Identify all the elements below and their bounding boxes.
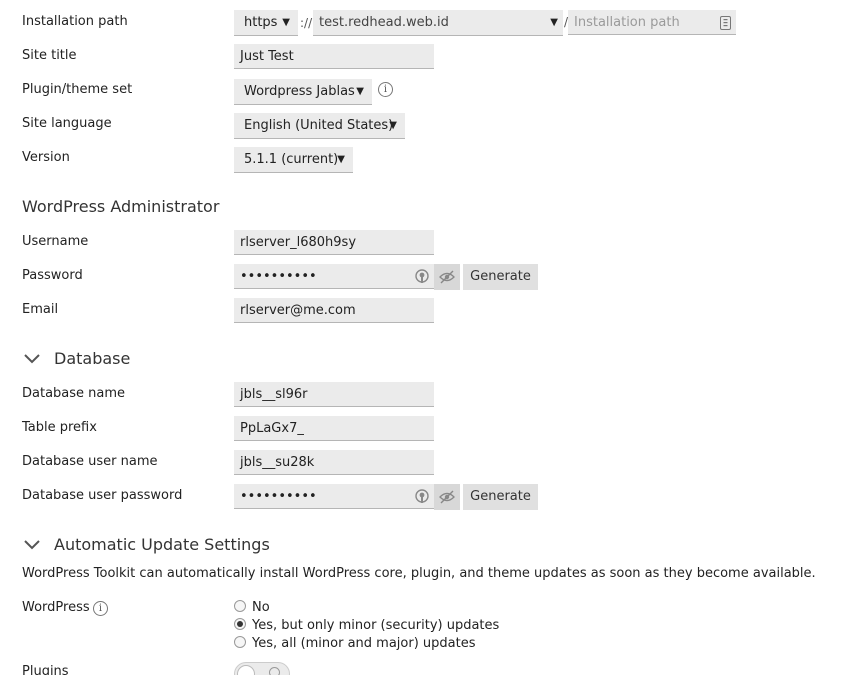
email-label: Email [22,302,59,317]
database-name-label: Database name [22,386,126,401]
database-heading: Database [54,349,131,368]
database-section-toggle[interactable]: Database [22,349,130,368]
database-user-input[interactable]: jbls__su28k [234,450,434,475]
caret-down-icon: ▼ [337,154,345,165]
site-title-input[interactable]: Just Test [234,44,434,69]
wordpress-update-label-text: WordPress [22,600,90,615]
auto-update-heading: Automatic Update Settings [54,535,270,554]
database-name-input[interactable]: jbls__sl96r [234,382,434,407]
eye-off-icon [439,490,455,504]
auto-update-section-toggle[interactable]: Automatic Update Settings [22,535,270,554]
database-password-label: Database user password [22,488,183,503]
password-label: Password [22,268,83,283]
field-menu-icon [720,16,731,30]
plugins-update-label: Plugins [22,664,69,675]
toggle-knob [237,665,255,675]
update-option-no[interactable]: No [234,600,270,615]
info-icon[interactable]: i [378,82,393,97]
plugin-set-select[interactable]: Wordpress Jablas ▼ [234,79,372,105]
caret-down-icon: ▼ [282,17,290,28]
key-icon [415,489,429,503]
auto-update-description: WordPress Toolkit can automatically inst… [22,566,816,581]
generate-password-button[interactable]: Generate [463,264,538,290]
site-language-value: English (United States) [244,118,394,133]
chevron-down-icon [24,354,40,364]
admin-heading: WordPress Administrator [22,197,220,216]
toggle-db-password-visibility-button[interactable] [434,484,460,510]
username-label: Username [22,234,89,249]
caret-down-icon: ▼ [356,86,364,97]
email-input[interactable]: rlserver@me.com [234,298,434,323]
radio-button[interactable] [234,636,246,648]
update-option-label: No [252,600,270,615]
site-language-label: Site language [22,116,112,131]
caret-down-icon: ▼ [550,17,558,28]
update-option-label: Yes, all (minor and major) updates [252,636,476,651]
protocol-value: https [244,15,278,30]
database-password-value: •••••••••• [240,489,317,504]
radio-button[interactable] [234,600,246,612]
wordpress-update-label: WordPress [22,600,90,615]
chevron-down-icon [24,540,40,550]
installation-path-placeholder: Installation path [574,15,680,30]
update-option-label: Yes, but only minor (security) updates [252,618,500,633]
site-title-label: Site title [22,48,77,63]
installation-path-label: Installation path [22,14,128,29]
version-value: 5.1.1 (current) [244,152,339,167]
generate-db-password-button[interactable]: Generate [463,484,538,510]
key-icon [415,269,429,283]
database-password-input[interactable]: •••••••••• [234,484,434,509]
domain-value: test.redhead.web.id [319,15,449,30]
database-user-label: Database user name [22,454,158,469]
plugin-set-label: Plugin/theme set [22,82,133,97]
table-prefix-input[interactable]: PpLaGx7_ [234,416,434,441]
protocol-separator: :// [300,16,313,30]
version-select[interactable]: 5.1.1 (current) ▼ [234,147,353,173]
password-input[interactable]: •••••••••• [234,264,434,289]
toggle-password-visibility-button[interactable] [434,264,460,290]
username-input[interactable]: rlserver_l680h9sy [234,230,434,255]
password-value: •••••••••• [240,269,317,284]
plugin-set-value: Wordpress Jablas [244,84,355,99]
domain-select[interactable]: test.redhead.web.id ▼ [313,10,563,36]
eye-off-icon [439,270,455,284]
radio-button-selected[interactable] [234,618,246,630]
installation-path-input[interactable]: Installation path [568,10,736,35]
version-label: Version [22,150,70,165]
site-language-select[interactable]: English (United States) ▼ [234,113,405,139]
table-prefix-label: Table prefix [22,420,97,435]
toggle-off-icon [269,667,280,675]
info-icon[interactable]: i [93,601,108,616]
plugins-update-toggle[interactable] [234,662,290,675]
update-option-all[interactable]: Yes, all (minor and major) updates [234,636,476,651]
update-option-minor[interactable]: Yes, but only minor (security) updates [234,618,499,633]
caret-down-icon: ▼ [389,120,397,131]
protocol-select[interactable]: https ▼ [234,10,298,36]
